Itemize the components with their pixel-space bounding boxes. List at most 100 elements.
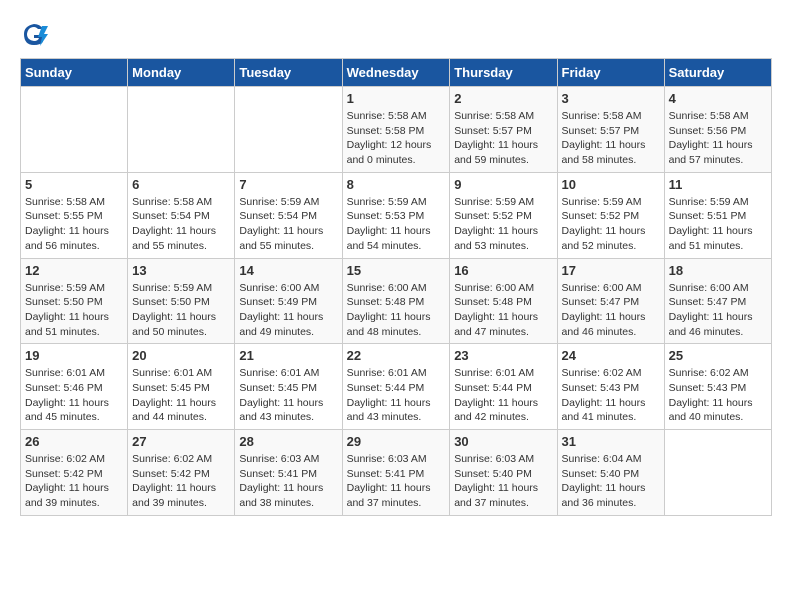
day-number: 9 xyxy=(454,177,552,192)
calendar-cell: 19 Sunrise: 6:01 AM Sunset: 5:46 PM Dayli… xyxy=(21,344,128,430)
day-info: Sunrise: 5:58 AM Sunset: 5:55 PM Dayligh… xyxy=(25,195,123,254)
day-number: 23 xyxy=(454,348,552,363)
weekday-header: Sunday xyxy=(21,59,128,87)
day-info: Sunrise: 6:01 AM Sunset: 5:45 PM Dayligh… xyxy=(239,366,337,425)
calendar-cell: 22 Sunrise: 6:01 AM Sunset: 5:44 PM Dayli… xyxy=(342,344,450,430)
day-number: 15 xyxy=(347,263,446,278)
logo-icon xyxy=(20,20,48,48)
day-info: Sunrise: 5:58 AM Sunset: 5:57 PM Dayligh… xyxy=(454,109,552,168)
day-number: 21 xyxy=(239,348,337,363)
day-info: Sunrise: 5:59 AM Sunset: 5:52 PM Dayligh… xyxy=(562,195,660,254)
calendar-cell: 21 Sunrise: 6:01 AM Sunset: 5:45 PM Dayli… xyxy=(235,344,342,430)
calendar-cell: 13Sunrise: 5:59 AM Sunset: 5:50 PM Dayli… xyxy=(128,258,235,344)
calendar-cell: 27 Sunrise: 6:02 AM Sunset: 5:42 PM Dayli… xyxy=(128,430,235,516)
calendar-cell: 1 Sunrise: 5:58 AM Sunset: 5:58 PM Daylig… xyxy=(342,87,450,173)
day-number: 5 xyxy=(25,177,123,192)
day-number: 31 xyxy=(562,434,660,449)
day-info: Sunrise: 6:02 AM Sunset: 5:42 PM Dayligh… xyxy=(132,452,230,511)
day-number: 7 xyxy=(239,177,337,192)
day-info: Sunrise: 5:58 AM Sunset: 5:56 PM Dayligh… xyxy=(669,109,767,168)
calendar-table: SundayMondayTuesdayWednesdayThursdayFrid… xyxy=(20,58,772,516)
weekday-header: Saturday xyxy=(664,59,771,87)
calendar-cell: 15 Sunrise: 6:00 AM Sunset: 5:48 PM Dayli… xyxy=(342,258,450,344)
day-number: 22 xyxy=(347,348,446,363)
calendar-cell: 8 Sunrise: 5:59 AM Sunset: 5:53 PM Daylig… xyxy=(342,172,450,258)
calendar-cell: 16Sunrise: 6:00 AM Sunset: 5:48 PM Dayli… xyxy=(450,258,557,344)
calendar-cell: 31 Sunrise: 6:04 AM Sunset: 5:40 PM Dayli… xyxy=(557,430,664,516)
calendar-cell: 23 Sunrise: 6:01 AM Sunset: 5:44 PM Dayli… xyxy=(450,344,557,430)
day-info: Sunrise: 6:01 AM Sunset: 5:44 PM Dayligh… xyxy=(347,366,446,425)
calendar-cell: 3 Sunrise: 5:58 AM Sunset: 5:57 PM Daylig… xyxy=(557,87,664,173)
day-info: Sunrise: 5:59 AM Sunset: 5:50 PM Dayligh… xyxy=(25,281,123,340)
calendar-cell: 14 Sunrise: 6:00 AM Sunset: 5:49 PM Dayli… xyxy=(235,258,342,344)
calendar-cell: 30 Sunrise: 6:03 AM Sunset: 5:40 PM Dayli… xyxy=(450,430,557,516)
calendar-cell xyxy=(235,87,342,173)
day-info: Sunrise: 6:03 AM Sunset: 5:41 PM Dayligh… xyxy=(347,452,446,511)
weekday-header: Friday xyxy=(557,59,664,87)
day-info: Sunrise: 6:00 AM Sunset: 5:48 PM Dayligh… xyxy=(454,281,552,340)
calendar-cell: 10Sunrise: 5:59 AM Sunset: 5:52 PM Dayli… xyxy=(557,172,664,258)
day-number: 18 xyxy=(669,263,767,278)
day-info: Sunrise: 6:00 AM Sunset: 5:47 PM Dayligh… xyxy=(669,281,767,340)
calendar-cell: 28Sunrise: 6:03 AM Sunset: 5:41 PM Dayli… xyxy=(235,430,342,516)
weekday-header: Thursday xyxy=(450,59,557,87)
logo xyxy=(20,20,52,48)
day-info: Sunrise: 6:00 AM Sunset: 5:47 PM Dayligh… xyxy=(562,281,660,340)
day-number: 4 xyxy=(669,91,767,106)
day-info: Sunrise: 6:03 AM Sunset: 5:41 PM Dayligh… xyxy=(239,452,337,511)
day-number: 13 xyxy=(132,263,230,278)
day-number: 8 xyxy=(347,177,446,192)
day-number: 24 xyxy=(562,348,660,363)
calendar-cell: 24 Sunrise: 6:02 AM Sunset: 5:43 PM Dayli… xyxy=(557,344,664,430)
day-info: Sunrise: 5:58 AM Sunset: 5:57 PM Dayligh… xyxy=(562,109,660,168)
calendar-cell: 2 Sunrise: 5:58 AM Sunset: 5:57 PM Daylig… xyxy=(450,87,557,173)
calendar-cell xyxy=(21,87,128,173)
calendar-cell: 7 Sunrise: 5:59 AM Sunset: 5:54 PM Daylig… xyxy=(235,172,342,258)
day-info: Sunrise: 6:00 AM Sunset: 5:49 PM Dayligh… xyxy=(239,281,337,340)
day-info: Sunrise: 5:59 AM Sunset: 5:51 PM Dayligh… xyxy=(669,195,767,254)
day-number: 29 xyxy=(347,434,446,449)
weekday-header: Tuesday xyxy=(235,59,342,87)
day-info: Sunrise: 6:02 AM Sunset: 5:43 PM Dayligh… xyxy=(562,366,660,425)
day-info: Sunrise: 6:03 AM Sunset: 5:40 PM Dayligh… xyxy=(454,452,552,511)
calendar-cell: 4 Sunrise: 5:58 AM Sunset: 5:56 PM Daylig… xyxy=(664,87,771,173)
calendar-cell: 20Sunrise: 6:01 AM Sunset: 5:45 PM Dayli… xyxy=(128,344,235,430)
day-number: 17 xyxy=(562,263,660,278)
day-info: Sunrise: 5:59 AM Sunset: 5:53 PM Dayligh… xyxy=(347,195,446,254)
day-number: 3 xyxy=(562,91,660,106)
day-number: 2 xyxy=(454,91,552,106)
calendar-cell xyxy=(128,87,235,173)
calendar-cell: 11 Sunrise: 5:59 AM Sunset: 5:51 PM Dayli… xyxy=(664,172,771,258)
day-info: Sunrise: 6:01 AM Sunset: 5:44 PM Dayligh… xyxy=(454,366,552,425)
weekday-header: Monday xyxy=(128,59,235,87)
day-number: 1 xyxy=(347,91,446,106)
calendar-cell: 29 Sunrise: 6:03 AM Sunset: 5:41 PM Dayli… xyxy=(342,430,450,516)
weekday-header: Wednesday xyxy=(342,59,450,87)
day-info: Sunrise: 5:58 AM Sunset: 5:54 PM Dayligh… xyxy=(132,195,230,254)
day-number: 26 xyxy=(25,434,123,449)
calendar-cell: 26 Sunrise: 6:02 AM Sunset: 5:42 PM Dayli… xyxy=(21,430,128,516)
day-info: Sunrise: 6:01 AM Sunset: 5:46 PM Dayligh… xyxy=(25,366,123,425)
day-info: Sunrise: 6:00 AM Sunset: 5:48 PM Dayligh… xyxy=(347,281,446,340)
day-info: Sunrise: 6:04 AM Sunset: 5:40 PM Dayligh… xyxy=(562,452,660,511)
day-number: 19 xyxy=(25,348,123,363)
day-number: 11 xyxy=(669,177,767,192)
day-number: 12 xyxy=(25,263,123,278)
day-number: 25 xyxy=(669,348,767,363)
calendar-cell: 17 Sunrise: 6:00 AM Sunset: 5:47 PM Dayli… xyxy=(557,258,664,344)
day-number: 6 xyxy=(132,177,230,192)
calendar-cell: 12 Sunrise: 5:59 AM Sunset: 5:50 PM Dayli… xyxy=(21,258,128,344)
day-info: Sunrise: 6:02 AM Sunset: 5:42 PM Dayligh… xyxy=(25,452,123,511)
calendar-cell xyxy=(664,430,771,516)
day-number: 27 xyxy=(132,434,230,449)
day-number: 30 xyxy=(454,434,552,449)
calendar-cell: 9Sunrise: 5:59 AM Sunset: 5:52 PM Daylig… xyxy=(450,172,557,258)
calendar-cell: 5 Sunrise: 5:58 AM Sunset: 5:55 PM Daylig… xyxy=(21,172,128,258)
day-info: Sunrise: 5:59 AM Sunset: 5:54 PM Dayligh… xyxy=(239,195,337,254)
calendar-cell: 6 Sunrise: 5:58 AM Sunset: 5:54 PM Daylig… xyxy=(128,172,235,258)
day-info: Sunrise: 6:01 AM Sunset: 5:45 PM Dayligh… xyxy=(132,366,230,425)
day-info: Sunrise: 5:58 AM Sunset: 5:58 PM Dayligh… xyxy=(347,109,446,168)
calendar-cell: 18 Sunrise: 6:00 AM Sunset: 5:47 PM Dayli… xyxy=(664,258,771,344)
day-number: 14 xyxy=(239,263,337,278)
page-header xyxy=(20,20,772,48)
